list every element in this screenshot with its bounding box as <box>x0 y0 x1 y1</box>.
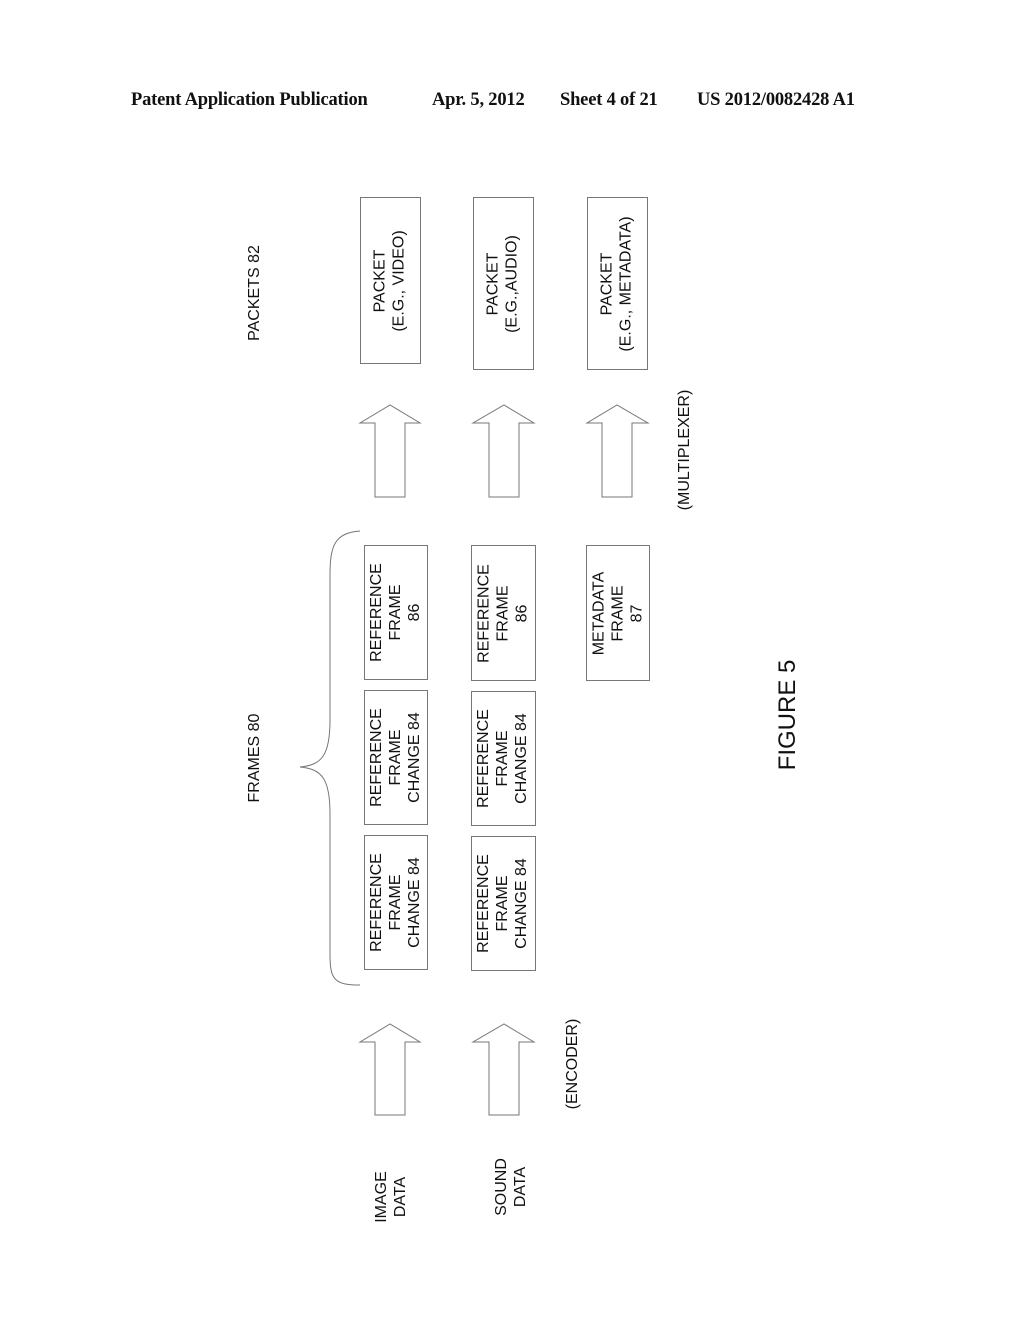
frame-text: REFERENCE FRAME 86 <box>475 564 531 663</box>
packet-video-box: PACKET (E.G., VIDEO) <box>360 197 421 364</box>
multiplexer-arrow-video <box>358 404 422 498</box>
multiplexer-label: (MULTIPLEXER) <box>676 389 693 511</box>
image-reference-frame-change-84: REFERENCE FRAME CHANGE 84 <box>364 690 428 825</box>
encoder-label: (ENCODER) <box>564 1018 581 1110</box>
encoder-arrow-sound <box>471 1023 536 1116</box>
metadata-frame-87: METADATA FRAME 87 <box>586 545 650 681</box>
frame-text: REFERENCE FRAME CHANGE 84 <box>368 853 423 952</box>
figure-title: FIGURE 5 <box>774 659 801 771</box>
packet-metadata-box: PACKET (E.G., METADATA) <box>587 197 648 370</box>
image-data-label: IMAGE DATA <box>373 1171 409 1223</box>
frame-text: REFERENCE FRAME CHANGE 84 <box>475 854 530 953</box>
frames-brace <box>299 530 361 986</box>
sound-data-label: SOUND DATA <box>493 1158 529 1216</box>
packets-label: PACKETS 82 <box>246 245 263 341</box>
packet-video-text: PACKET (E.G., VIDEO) <box>371 230 408 332</box>
encoder-arrow-image <box>358 1023 422 1116</box>
packet-audio-box: PACKET (E.G.,AUDIO) <box>473 197 534 370</box>
image-reference-frame-change-84: REFERENCE FRAME CHANGE 84 <box>364 835 428 970</box>
frame-text: REFERENCE FRAME CHANGE 84 <box>368 708 423 807</box>
image-reference-frame-86: REFERENCE FRAME 86 <box>364 545 428 680</box>
sound-reference-frame-86: REFERENCE FRAME 86 <box>471 545 536 681</box>
packet-audio-text: PACKET (E.G.,AUDIO) <box>484 235 521 333</box>
sound-reference-frame-change-84: REFERENCE FRAME CHANGE 84 <box>471 836 536 971</box>
frames-label: FRAMES 80 <box>246 713 263 803</box>
frame-text: REFERENCE FRAME 86 <box>368 563 423 662</box>
multiplexer-arrow-metadata <box>585 404 650 498</box>
frame-text: METADATA FRAME 87 <box>590 571 646 656</box>
packet-metadata-text: PACKET (E.G., METADATA) <box>598 216 635 352</box>
sound-reference-frame-change-84: REFERENCE FRAME CHANGE 84 <box>471 691 536 826</box>
multiplexer-arrow-audio <box>471 404 536 498</box>
frame-text: REFERENCE FRAME CHANGE 84 <box>475 709 530 808</box>
